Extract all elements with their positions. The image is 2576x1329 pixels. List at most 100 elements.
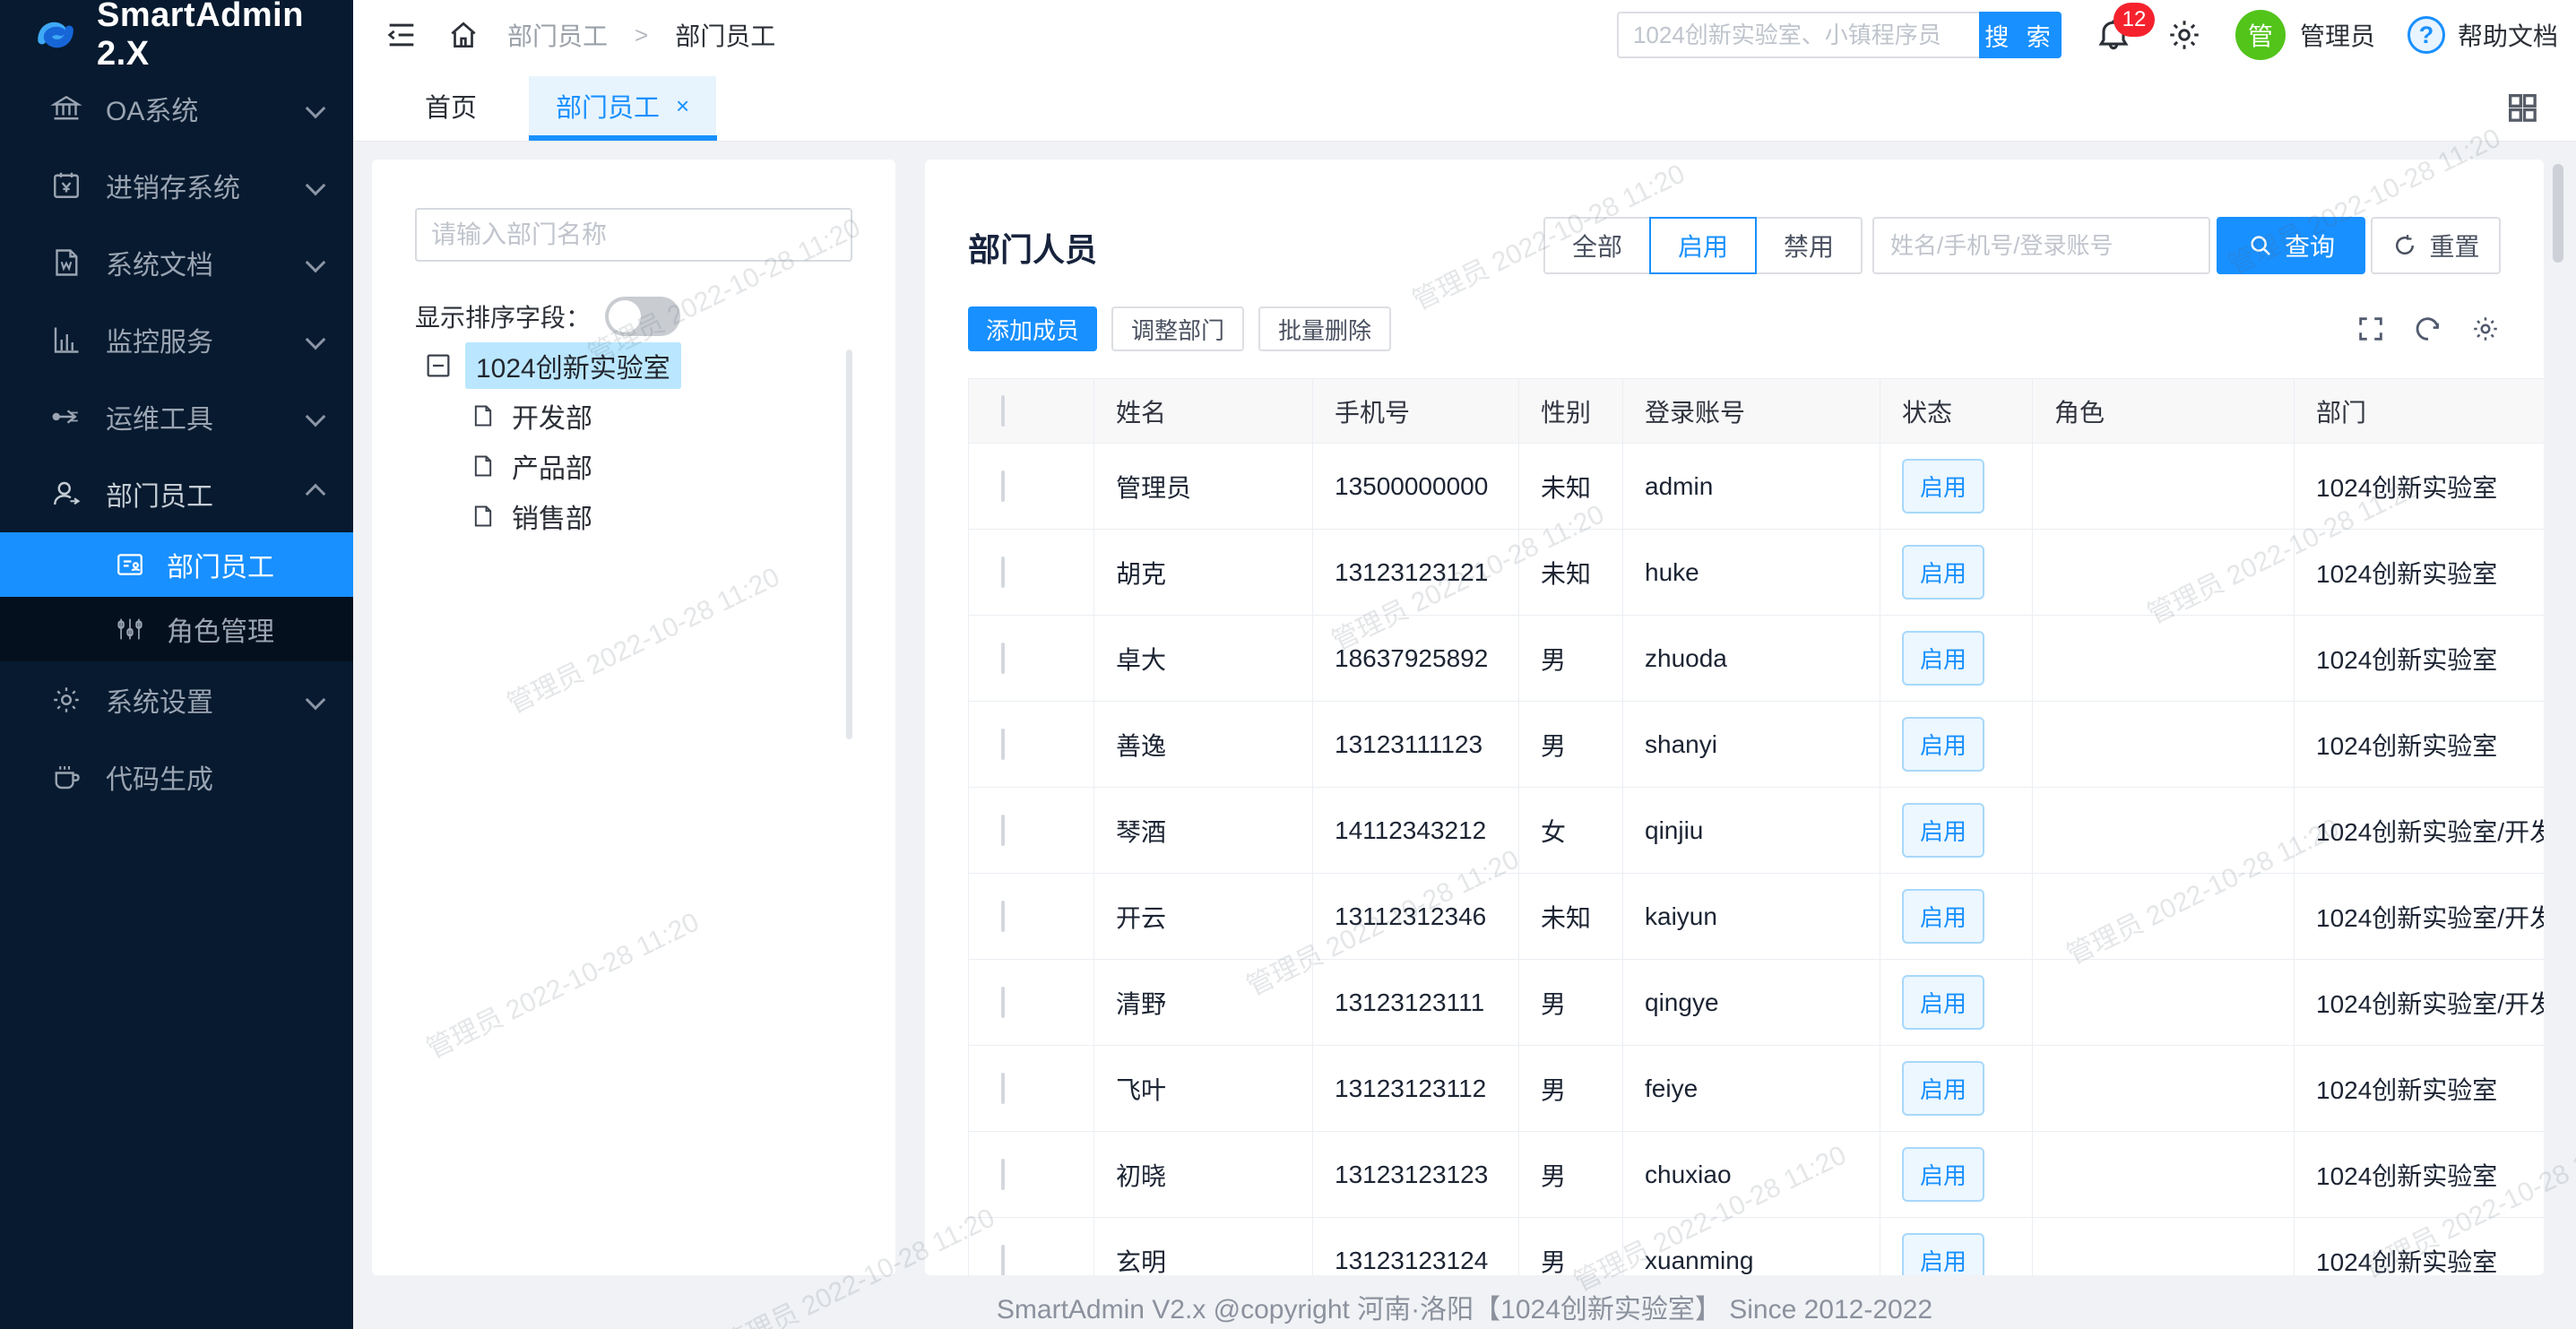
- cell-gender: 男: [1519, 1132, 1623, 1218]
- sidebar-item-docs[interactable]: 系统文档: [0, 224, 353, 301]
- cell-gender: 未知: [1519, 444, 1623, 530]
- cell-phone: 13123123111: [1313, 960, 1519, 1046]
- row-checkbox[interactable]: [1001, 643, 1005, 674]
- row-checkbox[interactable]: [1001, 901, 1005, 932]
- chevron-down-icon: [306, 176, 326, 196]
- row-checkbox[interactable]: [1001, 987, 1005, 1018]
- sidebar-item-label: OA系统: [106, 89, 198, 128]
- row-checkbox[interactable]: [1001, 470, 1005, 502]
- sidebar-item-dept-staff-parent[interactable]: 部门员工: [0, 455, 353, 532]
- cell-gender: 未知: [1519, 874, 1623, 960]
- sidebar: SmartAdmin 2.X OA系统 进销存系统 系统文档: [0, 0, 353, 1329]
- menu-fold-icon[interactable]: [384, 17, 419, 53]
- global-search: 搜 索: [1617, 12, 2062, 58]
- query-button[interactable]: 查询: [2217, 217, 2365, 274]
- chevron-up-icon: [306, 484, 326, 505]
- sort-toggle[interactable]: [605, 297, 680, 336]
- keyword-input[interactable]: [1872, 217, 2210, 274]
- filter-disabled[interactable]: 禁用: [1755, 217, 1863, 274]
- cell-role: [2033, 1046, 2295, 1132]
- select-all-checkbox[interactable]: [1001, 395, 1005, 427]
- sidebar-item-settings[interactable]: 系统设置: [0, 661, 353, 738]
- cell-name: 飞叶: [1094, 1046, 1313, 1132]
- file-icon: [471, 504, 496, 529]
- tree-node-root[interactable]: 1024创新实验室: [465, 342, 681, 389]
- cell-name: 胡克: [1094, 530, 1313, 616]
- top-header: 部门员工 > 部门员工 搜 索 12 管 管理员 ? 帮助文档: [353, 0, 2576, 70]
- sidebar-item-label: 部门员工: [106, 474, 213, 513]
- cell-role: [2033, 788, 2295, 874]
- fullscreen-icon[interactable]: [2356, 314, 2386, 344]
- header-gear-icon[interactable]: [2165, 16, 2203, 54]
- reload-icon[interactable]: [2413, 314, 2443, 344]
- cell-gender: 女: [1519, 788, 1623, 874]
- refresh-icon: [2391, 232, 2418, 259]
- tree-scrollbar[interactable]: [846, 350, 852, 739]
- page-scrollbar-thumb[interactable]: [2553, 164, 2563, 263]
- sidebar-item-label: 监控服务: [106, 320, 213, 359]
- filter-all[interactable]: 全部: [1543, 217, 1651, 274]
- cell-status: 启用: [1880, 1218, 2033, 1276]
- tree-node-child[interactable]: 销售部: [471, 496, 592, 536]
- sidebar-item-codegen[interactable]: 代码生成: [0, 738, 353, 816]
- table-header-row: 姓名手机号性别登录账号状态角色部门: [969, 379, 2545, 444]
- sidebar-item-ops[interactable]: 运维工具: [0, 378, 353, 455]
- home-icon[interactable]: [446, 18, 480, 52]
- sidebar-subitem-role-mgmt[interactable]: 角色管理: [0, 597, 353, 661]
- help-link[interactable]: ? 帮助文档: [2407, 16, 2558, 54]
- column-settings-gear-icon[interactable]: [2470, 314, 2501, 344]
- department-staff-panel: 部门人员 全部 启用 禁用 查询 重置 添加成员 调整部门 批量删除: [925, 160, 2544, 1275]
- notification-bell[interactable]: 12: [2094, 15, 2133, 55]
- cell-role: [2033, 702, 2295, 788]
- collapse-minus-icon[interactable]: [424, 351, 453, 380]
- reset-button[interactable]: 重置: [2371, 217, 2501, 274]
- tab-options-grid-icon[interactable]: [2504, 90, 2540, 125]
- cell-role: [2033, 960, 2295, 1046]
- row-checkbox[interactable]: [1001, 1245, 1005, 1276]
- team-icon: [50, 478, 82, 510]
- global-search-button[interactable]: 搜 索: [1979, 12, 2062, 58]
- table-row: 清野13123123111男qingye启用1024创新实验室/开发部: [969, 960, 2545, 1046]
- sidebar-subitem-dept-staff[interactable]: 部门员工: [0, 532, 353, 597]
- row-checkbox[interactable]: [1001, 729, 1005, 760]
- sidebar-item-monitor[interactable]: 监控服务: [0, 301, 353, 378]
- cell-account: chuxiao: [1623, 1132, 1880, 1218]
- row-checkbox[interactable]: [1001, 557, 1005, 588]
- row-checkbox[interactable]: [1001, 815, 1005, 846]
- batch-delete-button[interactable]: 批量删除: [1258, 306, 1391, 351]
- notification-badge: 12: [2114, 3, 2155, 37]
- cell-account: qingye: [1623, 960, 1880, 1046]
- cell-account: kaiyun: [1623, 874, 1880, 960]
- question-circle-icon: ?: [2407, 16, 2445, 54]
- row-checkbox[interactable]: [1001, 1159, 1005, 1190]
- close-icon[interactable]: ×: [676, 92, 689, 120]
- row-checkbox[interactable]: [1001, 1073, 1005, 1104]
- tab-active-underline: [529, 135, 717, 141]
- table-row: 开云13112312346未知kaiyun启用1024创新实验室/开发部: [969, 874, 2545, 960]
- filter-enabled[interactable]: 启用: [1649, 217, 1757, 274]
- cell-gender: 男: [1519, 702, 1623, 788]
- cell-phone: 13123123112: [1313, 1046, 1519, 1132]
- cell-gender: 男: [1519, 616, 1623, 702]
- sidebar-subitem-label: 部门员工: [167, 545, 274, 584]
- tree-node-child[interactable]: 开发部: [471, 396, 592, 436]
- add-member-button[interactable]: 添加成员: [968, 306, 1097, 351]
- sidebar-item-oa[interactable]: OA系统: [0, 70, 353, 147]
- adjust-dept-button[interactable]: 调整部门: [1111, 306, 1244, 351]
- cell-role: [2033, 1132, 2295, 1218]
- tree-node-child[interactable]: 产品部: [471, 446, 592, 486]
- sidebar-item-erp[interactable]: 进销存系统: [0, 147, 353, 224]
- global-search-input[interactable]: [1617, 12, 1979, 58]
- breadcrumb-separator: >: [635, 22, 648, 49]
- cell-phone: 13123123121: [1313, 530, 1519, 616]
- cell-phone: 13123123123: [1313, 1132, 1519, 1218]
- cell-gender: 男: [1519, 1218, 1623, 1276]
- breadcrumb-parent[interactable]: 部门员工: [507, 17, 608, 53]
- user-menu[interactable]: 管 管理员: [2235, 10, 2375, 60]
- cell-status: 启用: [1880, 444, 2033, 530]
- department-search-input[interactable]: [415, 208, 852, 262]
- cell-dept: 1024创新实验室: [2295, 1046, 2545, 1132]
- cell-account: admin: [1623, 444, 1880, 530]
- tab-home[interactable]: 首页: [400, 70, 502, 142]
- tab-dept-staff[interactable]: 部门员工 ×: [529, 76, 716, 135]
